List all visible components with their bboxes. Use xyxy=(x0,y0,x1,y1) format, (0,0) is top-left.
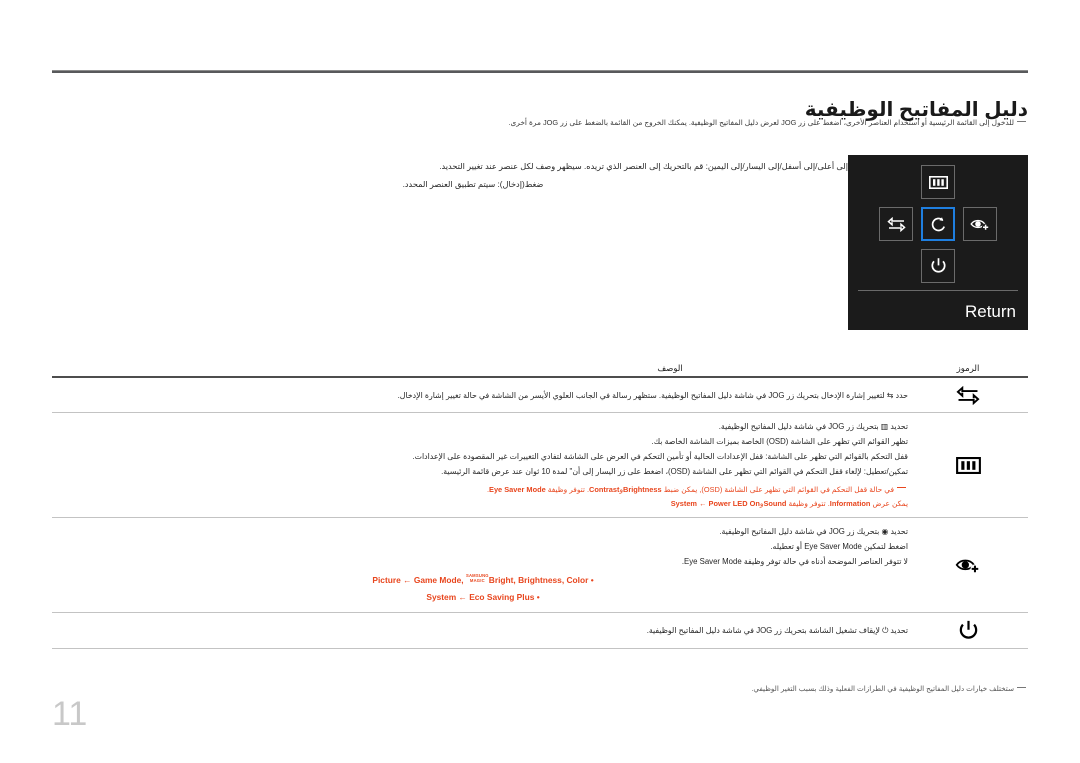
bullet-option-bright: Bright xyxy=(488,575,514,585)
power-icon xyxy=(959,620,977,639)
row-icon-cell xyxy=(908,385,1028,405)
note-term-sound: Sound xyxy=(763,499,787,508)
note-arrow-icon: ← xyxy=(699,499,707,508)
row-description-cell: تحديد ▥ بتحريك زر JOG في شاشة دليل المفا… xyxy=(52,419,908,511)
diagram-instruction-line-2: ضغط(إدخال): سيتم تطبيق العنصر المحدد. xyxy=(402,180,544,189)
manual-page: دليل المفاتيح الوظيفية للدخول إلى القائم… xyxy=(0,0,1080,763)
osd-divider xyxy=(858,290,1018,291)
bullet-option-game-mode: Game Mode xyxy=(413,575,462,585)
page-number: 11 xyxy=(52,695,88,733)
row-note: في حالة قفل التحكم في القوائم التي تظهر … xyxy=(58,483,908,511)
osd-function-key-guide-diagram: Return xyxy=(848,155,1028,330)
note-text-pre-2: يمكن عرض xyxy=(872,499,908,508)
table-row: تحديد ◉ بتحريك زر JOG في شاشة دليل المفا… xyxy=(52,518,1028,612)
osd-menu-key[interactable] xyxy=(921,165,955,199)
menu-bars-icon xyxy=(928,175,948,189)
osd-power-key[interactable] xyxy=(921,249,955,283)
row-text: حدد ⇆ لتغيير إشارة الإدخال بتحريك زر JOG… xyxy=(397,390,908,400)
row-icon-cell xyxy=(908,619,1028,642)
bullet-item-system: • System ← Eco Saving Plus xyxy=(58,589,908,606)
return-arrow-icon xyxy=(931,216,945,231)
source-swap-icon xyxy=(956,385,980,405)
power-icon xyxy=(930,258,946,273)
bullet-arrow-icon: ← xyxy=(458,592,467,602)
intro-note: للدخول إلى القائمة الرئيسية أو استخدام ا… xyxy=(52,117,1028,129)
row-text: قفل التحكم بالقوائم التي تظهر على الشاشة… xyxy=(412,452,908,461)
row-text: تظهر القوائم التي تظهر على الشاشة (OSD) … xyxy=(651,437,908,446)
bullet-option-eco-saving-plus: Eco Saving Plus xyxy=(469,592,535,602)
row-icon-cell xyxy=(908,556,1028,575)
table-row: تحديد ▥ بتحريك زر JOG في شاشة دليل المفا… xyxy=(52,413,1028,517)
note-text-mid-2: . تتوفر وظيفة xyxy=(788,499,830,508)
bullet-dot: • xyxy=(590,575,594,585)
bullet-menu-picture: Picture xyxy=(372,575,401,585)
eye-saver-icon xyxy=(955,559,980,573)
note-text-post: . تتوفر وظيفة xyxy=(547,485,590,494)
osd-key-cross xyxy=(879,165,997,283)
menu-bars-icon xyxy=(955,456,981,474)
bullet-option-color: Color xyxy=(566,575,589,585)
osd-eye-saver-key[interactable] xyxy=(963,207,997,241)
row-text: اضغط لتمكين Eye Saver Mode أو تعطيله. xyxy=(770,542,908,551)
row-description-cell: حدد ⇆ لتغيير إشارة الإدخال بتحريك زر JOG… xyxy=(52,388,908,403)
bullet-item-picture: • Picture ← Game Mode, SAMSUNG MAGIC Brigh… xyxy=(58,572,908,589)
note-term-information: Information xyxy=(829,499,871,508)
note-term-power-led-on: Power LED On xyxy=(708,499,760,508)
note-term-eye-saver-mode: Eye Saver Mode xyxy=(489,485,546,494)
column-header-symbols: الرموز xyxy=(956,363,980,373)
bullet-arrow-icon: ← xyxy=(403,575,412,585)
row-text: تحديد ⏻ لإيقاف تشغيل الشاشة بتحريك زر JO… xyxy=(646,626,908,635)
table-row: حدد ⇆ لتغيير إشارة الإدخال بتحريك زر JOG… xyxy=(52,378,1028,412)
bullet-menu-system: System xyxy=(426,592,457,602)
footer-note-text: ستختلف خيارات دليل المفاتيح الوظيفية في … xyxy=(751,684,1014,693)
note-dash-icon xyxy=(1017,121,1026,122)
eye-saver-icon xyxy=(969,219,989,231)
bullet-dot: • xyxy=(536,592,540,602)
row-text: لا تتوفر العناصر الموضحة أدناه في حالة ت… xyxy=(681,557,908,566)
source-swap-icon xyxy=(886,216,906,232)
table-row: تحديد ⏻ لإيقاف تشغيل الشاشة بتحريك زر JO… xyxy=(52,613,1028,648)
column-header-description: الوصف xyxy=(657,363,683,373)
bullet-option-brightness: Brightness xyxy=(518,575,562,585)
samsung-magic-logo: SAMSUNG MAGIC xyxy=(466,573,489,583)
function-key-table: الرموز الوصف حدد ⇆ لتغيير إشارة الإدخال … xyxy=(52,352,1028,649)
note-dash-icon xyxy=(897,487,906,488)
diagram-instruction-line-1: إلى أعلى/إلى أسفل/إلى اليسار/إلى اليمين:… xyxy=(439,162,848,171)
osd-return-key[interactable] xyxy=(921,207,955,241)
row-text: تحديد ▥ بتحريك زر JOG في شاشة دليل المفا… xyxy=(718,422,908,431)
osd-return-label: Return xyxy=(964,302,1016,321)
footer-note: ستختلف خيارات دليل المفاتيح الوظيفية في … xyxy=(52,683,1028,694)
row-icon-cell xyxy=(908,456,1028,474)
note-term-system: System xyxy=(670,499,697,508)
table-bottom-rule xyxy=(52,648,1028,649)
note-dash-icon xyxy=(1017,687,1026,688)
diagram-instructions: إلى أعلى/إلى أسفل/إلى اليسار/إلى اليمين:… xyxy=(248,158,848,194)
row-description-cell: تحديد ⏻ لإيقاف تشغيل الشاشة بتحريك زر JO… xyxy=(52,623,908,638)
note-term-contrast: Contrast xyxy=(589,485,620,494)
osd-source-key[interactable] xyxy=(879,207,913,241)
header-rule xyxy=(52,70,1028,73)
note-term-brightness: Brightness xyxy=(623,485,662,494)
note-text-pre: في حالة قفل التحكم في القوائم التي تظهر … xyxy=(663,485,894,494)
row-description-cell: تحديد ◉ بتحريك زر JOG في شاشة دليل المفا… xyxy=(52,524,908,606)
row-text: تمكين/تعطيل: لإلغاء قفل التحكم في القوائ… xyxy=(441,467,908,476)
table-header-row: الرموز الوصف xyxy=(52,352,1028,374)
intro-note-text: للدخول إلى القائمة الرئيسية أو استخدام ا… xyxy=(508,118,1014,127)
row-text: تحديد ◉ بتحريك زر JOG في شاشة دليل المفا… xyxy=(719,527,908,536)
magic-logo-bottom: MAGIC xyxy=(469,578,485,583)
